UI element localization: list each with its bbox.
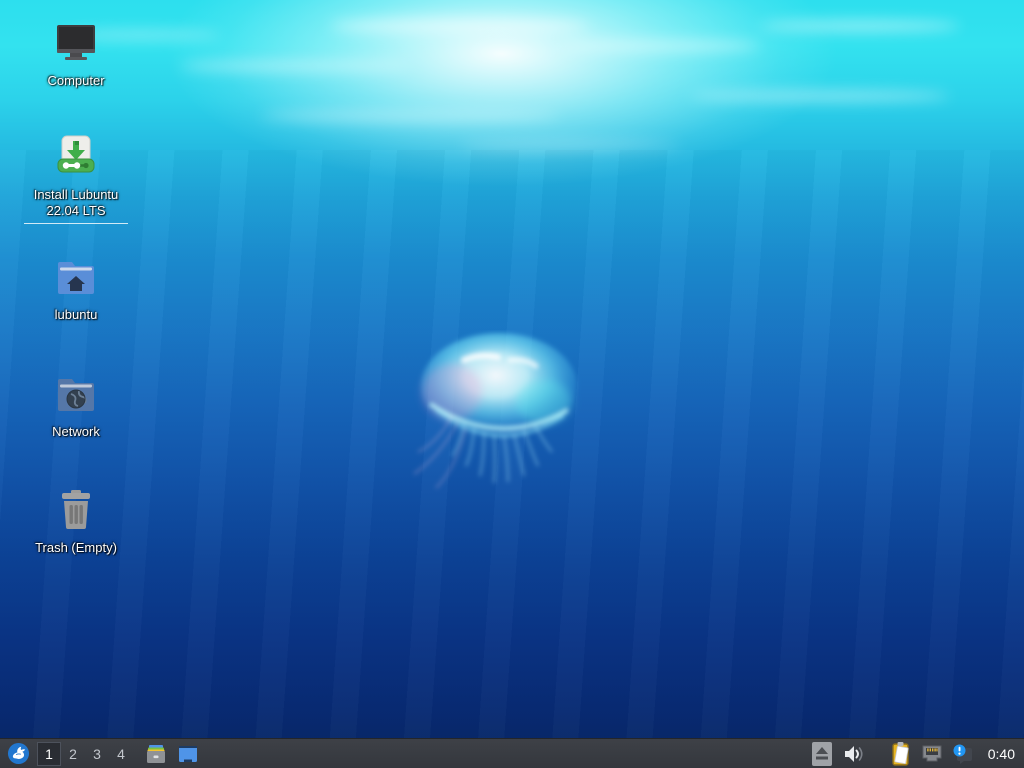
desktop: Computer Install Lubuntu 22.04 LTS lubun… — [0, 0, 1024, 768]
desktop-icon-label: Install Lubuntu 22.04 LTS — [33, 187, 119, 219]
network-folder-icon — [58, 379, 94, 411]
system-tray: 0:40 — [810, 741, 1019, 767]
quick-launch — [143, 741, 201, 767]
network-tray-button[interactable] — [920, 742, 944, 766]
desktop-monitor-icon — [179, 745, 197, 762]
desktop-icon-network[interactable]: Network — [16, 371, 136, 440]
workspace-button-4[interactable]: 4 — [109, 742, 133, 766]
desktop-icon-trash[interactable]: Trash (Empty) — [16, 487, 136, 556]
desktop-icon-label: Network — [52, 424, 100, 439]
notifications-button[interactable] — [951, 742, 975, 766]
desktop-icon-computer[interactable]: Computer — [16, 20, 136, 89]
icon-focus-underline — [24, 222, 128, 224]
workspace-pager: 1 2 3 4 — [37, 741, 133, 766]
file-manager-icon — [147, 744, 165, 763]
installer-icon — [57, 135, 95, 173]
desktop-icon-label: lubuntu — [54, 307, 98, 322]
clock[interactable]: 0:40 — [988, 746, 1015, 762]
computer-icon — [57, 25, 95, 60]
workspace-button-1[interactable]: 1 — [37, 741, 61, 766]
eject-icon — [811, 741, 832, 766]
trash-icon — [62, 490, 90, 529]
desktop-icon-label: Computer — [47, 73, 105, 88]
clipboard-icon — [892, 741, 909, 766]
eject-button[interactable] — [810, 741, 834, 767]
workspace-button-2[interactable]: 2 — [61, 742, 85, 766]
start-menu-button[interactable] — [5, 741, 31, 767]
jellyfish-image — [413, 333, 577, 489]
clipboard-button[interactable] — [889, 741, 913, 767]
show-desktop-button[interactable] — [175, 741, 201, 767]
volume-icon — [844, 745, 863, 762]
volume-button[interactable] — [841, 742, 865, 766]
desktop-icon-installer[interactable]: Install Lubuntu 22.04 LTS — [16, 134, 136, 224]
ethernet-icon — [922, 745, 942, 761]
workspace-button-3[interactable]: 3 — [85, 742, 109, 766]
desktop-icon-label: Trash (Empty) — [35, 540, 117, 555]
desktop-icon-home[interactable]: lubuntu — [16, 254, 136, 323]
lubuntu-logo-icon — [7, 742, 29, 765]
home-folder-icon — [58, 262, 94, 294]
file-manager-button[interactable] — [143, 741, 169, 767]
notification-icon — [953, 744, 972, 764]
taskbar: 1 2 3 4 0:40 — [0, 738, 1024, 768]
